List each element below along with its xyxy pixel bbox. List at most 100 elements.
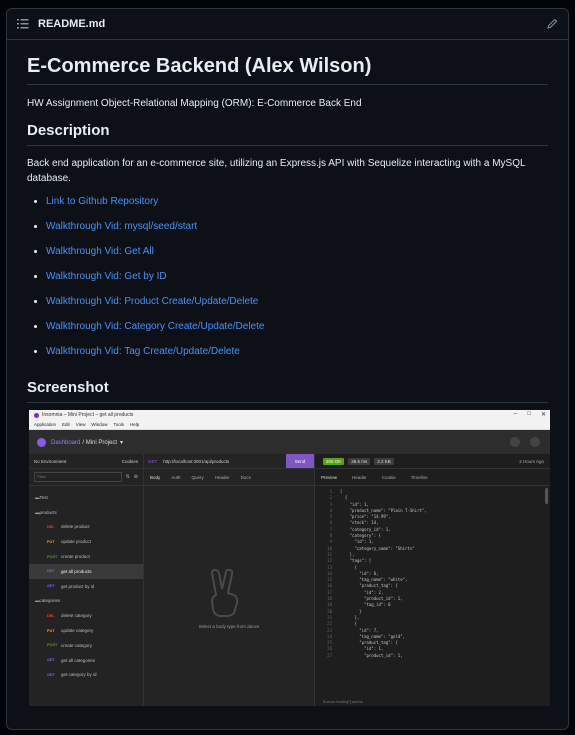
tree-label: update category [61,628,94,634]
app-bar-icons [510,437,540,447]
list-item: Walkthrough Vid: Tag Create/Update/Delet… [46,346,548,371]
send-button: Send [286,454,314,468]
file-name: README.md [38,18,106,30]
list-item: Link to Github Repository [46,196,548,221]
tab-cookie: Cookie [381,474,396,480]
tree-label: update product [61,539,92,545]
method-badge: DEL [47,524,55,529]
empty-body-hint: Select a body type from above [198,624,260,629]
window-title: Insomnia – Mini Project – get all produc… [42,412,134,418]
menu-item: View [75,422,86,427]
repo-link[interactable]: Link to Github Repository [46,196,158,207]
list-item: Walkthrough Vid: Get All [46,246,548,271]
method-select: GET [148,458,158,464]
tree-folder: ▬ categories [29,594,143,609]
menu-item: Help [130,422,140,427]
menu-item: Application [34,422,57,427]
method-badge: GET [47,672,55,677]
tree-request: POST create category [29,638,143,653]
readme-title: E-Commerce Backend (Alex Wilson) [27,54,548,85]
readme-panel: README.md E-Commerce Backend (Alex Wilso… [6,8,569,730]
tab-auth: Auth [171,474,181,480]
video-link-seed[interactable]: Walkthrough Vid: mysql/seed/start [46,221,197,232]
tree-label: get all categories [61,657,96,663]
method-badge: GET [47,584,55,589]
tree-label: categories [39,598,61,604]
app-bar: Dashboard / Mini Project ▾ [29,430,550,455]
readme-body: E-Commerce Backend (Alex Wilson) HW Assi… [7,54,568,403]
links-list: Link to Github Repository Walkthrough Vi… [27,196,548,371]
tab-docs: Docs [240,474,251,480]
environment-select: No Environment [34,458,67,464]
tree-label: delete product [61,524,90,530]
description-text: Back end application for an e-commerce s… [27,158,526,184]
request-tree: ▬ Test ▬ products DEL delete product PUT upda… [29,486,143,682]
status-badge: 200 OK [323,457,345,465]
tree-request: GET get category by id [29,668,143,683]
menu-item: Tools [113,422,124,427]
menu-item: Edit [62,422,70,427]
tree-label: create category [61,642,93,648]
size-badge: 2.2 KB [374,457,394,465]
video-link-get-by-id[interactable]: Walkthrough Vid: Get by ID [46,271,167,282]
tab-body: Body [150,474,161,480]
response-status-bar: 200 OK 36.6 ms 2.2 KB 2 Hours Ago [315,454,550,469]
list-item: Walkthrough Vid: Product Create/Update/D… [46,296,548,321]
readme-subtitle: HW Assignment Object-Relational Mapping … [27,98,362,109]
window-titlebar: Insomnia – Mini Project – get all produc… [29,410,550,420]
tree-request: GET get product by id [29,579,143,594]
tab-query: Query [191,474,204,480]
tree-request: GET get all categories [29,653,143,668]
tree-folder: ▬ products [29,505,143,520]
response-panel: 200 OK 36.6 ms 2.2 KB 2 Hours Ago Previe… [315,454,550,706]
tree-label: products [39,509,57,515]
tab-timeline: Timeline [410,474,428,480]
url-bar: GET http://localhost:3001/api/products S… [144,454,314,469]
tree-request: PUT update product [29,534,143,549]
list-item: Walkthrough Vid: Get by ID [46,271,548,296]
method-badge: GET [47,658,55,663]
video-link-get-all[interactable]: Walkthrough Vid: Get All [46,246,154,257]
pencil-icon[interactable] [547,18,558,29]
list-item: Walkthrough Vid: Category Create/Update/… [46,321,548,346]
video-link-category-crud[interactable]: Walkthrough Vid: Category Create/Update/… [46,321,264,332]
response-tabs: Preview Header Cookie Timeline [315,469,550,486]
tree-label: get product by id [61,583,95,589]
peace-hand-icon [210,569,239,617]
file-header: README.md [7,9,568,40]
tree-request: DEL delete category [29,608,143,623]
video-link-product-crud[interactable]: Walkthrough Vid: Product Create/Update/D… [46,296,258,307]
method-badge: POST [47,643,58,648]
tree-request: DEL delete product [29,520,143,535]
request-tabs: Body Auth Query Header Docs [144,469,314,486]
insomnia-screenshot: Insomnia – Mini Project – get all produc… [29,410,550,706]
gear-icon [510,437,520,447]
video-link-tag-crud[interactable]: Walkthrough Vid: Tag Create/Update/Delet… [46,346,240,357]
insomnia-logo-icon [34,412,39,418]
response-age: 2 Hours Ago [519,458,544,464]
filter-row: Filter ⇅ ⊕ [29,469,143,486]
method-badge: DEL [47,613,55,618]
tree-request: PUT update category [29,623,143,638]
project-name: / Mini Project [82,439,118,446]
tree-request: GET get all products [29,563,143,579]
app-logo-icon [37,438,46,447]
url-text: http://localhost:3001/api/products [163,458,230,464]
list-icon[interactable] [17,19,29,29]
cookies-label: Cookies [121,458,138,464]
tree-label: get all products [61,568,92,574]
environment-row: No Environment Cookies [29,454,143,469]
method-badge: PUT [47,539,55,544]
tab-response-header: Header [352,474,367,480]
sidebar: No Environment Cookies Filter ⇅ ⊕ ▬ Test ▬… [29,454,144,706]
scrollbar [545,488,548,504]
tree-request: POST create product [29,549,143,564]
tab-preview: Preview [321,474,338,480]
workspace: No Environment Cookies Filter ⇅ ⊕ ▬ Test ▬… [29,454,550,706]
filter-input: Filter [34,472,122,482]
tab-header: Header [214,474,230,480]
tree-label: Test [39,494,48,500]
screenshot-heading: Screenshot [27,379,548,403]
user-icon [530,437,540,447]
code-line: 27 "product_id": 1, [327,652,403,658]
